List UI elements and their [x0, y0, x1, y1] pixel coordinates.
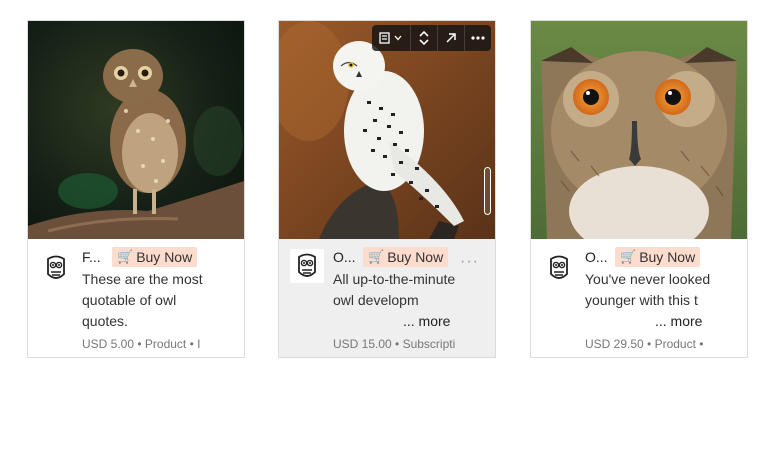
cart-icon: 🛒 [368, 249, 385, 264]
layout-dropdown-button[interactable] [372, 25, 411, 51]
buy-now-label: Buy Now [387, 249, 444, 265]
product-meta: USD 15.00 • Subscripti [333, 337, 456, 351]
product-title[interactable]: O... [585, 249, 609, 265]
buy-now-button[interactable]: 🛒 Buy Now [112, 247, 198, 267]
expand-vertical-icon [419, 30, 429, 46]
layout-dropdown-icon [379, 32, 402, 44]
product-meta: USD 5.00 • Product • I [82, 337, 201, 351]
product-image-snowy-owl[interactable] [279, 21, 495, 239]
buy-now-button[interactable]: 🛒 Buy Now [363, 247, 449, 267]
product-card[interactable]: F... 🛒 Buy Now These are the most quotab… [27, 20, 245, 358]
product-title[interactable]: O... [333, 249, 357, 265]
buy-now-label: Buy Now [136, 249, 193, 265]
cart-icon: 🛒 [620, 249, 637, 264]
product-image-burrowing-owl[interactable] [28, 21, 244, 239]
product-title-row: O... 🛒 Buy Now [585, 247, 701, 267]
expand-vertical-button[interactable] [411, 25, 438, 51]
scroll-handle[interactable] [484, 167, 491, 215]
product-title-row: O... 🛒 Buy Now [333, 247, 449, 267]
open-link-button[interactable] [438, 25, 465, 51]
product-title-row: F... 🛒 Buy Now [82, 247, 198, 267]
product-image-eagle-owl[interactable] [531, 21, 747, 239]
product-meta: USD 29.50 • Product • [585, 337, 704, 351]
show-more-link[interactable]: ... more [653, 311, 703, 332]
cart-icon: 🛒 [117, 249, 134, 264]
card-more-icon[interactable]: ··· [460, 254, 479, 270]
buy-now-label: Buy Now [639, 249, 696, 265]
more-horizontal-icon [471, 36, 485, 40]
more-options-button[interactable] [465, 25, 491, 51]
product-title[interactable]: F... [82, 249, 106, 265]
owl-logo-icon [550, 255, 568, 279]
owl-logo-avatar [39, 251, 73, 285]
show-more-link[interactable]: ... more [401, 311, 451, 332]
arrow-up-right-icon [446, 33, 456, 43]
product-description: These are the most quotable of owl quote… [82, 271, 203, 329]
buy-now-button[interactable]: 🛒 Buy Now [615, 247, 701, 267]
owl-logo-icon [298, 253, 316, 277]
product-card-grid: F... 🛒 Buy Now These are the most quotab… [27, 20, 749, 360]
product-card[interactable]: O... 🛒 Buy Now You've never looked young… [530, 20, 748, 358]
owl-logo-icon [47, 255, 65, 279]
product-card[interactable]: O... 🛒 Buy Now ··· All up-to-the-minute … [278, 20, 496, 358]
owl-logo-avatar [290, 249, 324, 283]
owl-logo-avatar [542, 251, 576, 285]
card-toolbar [372, 25, 491, 51]
